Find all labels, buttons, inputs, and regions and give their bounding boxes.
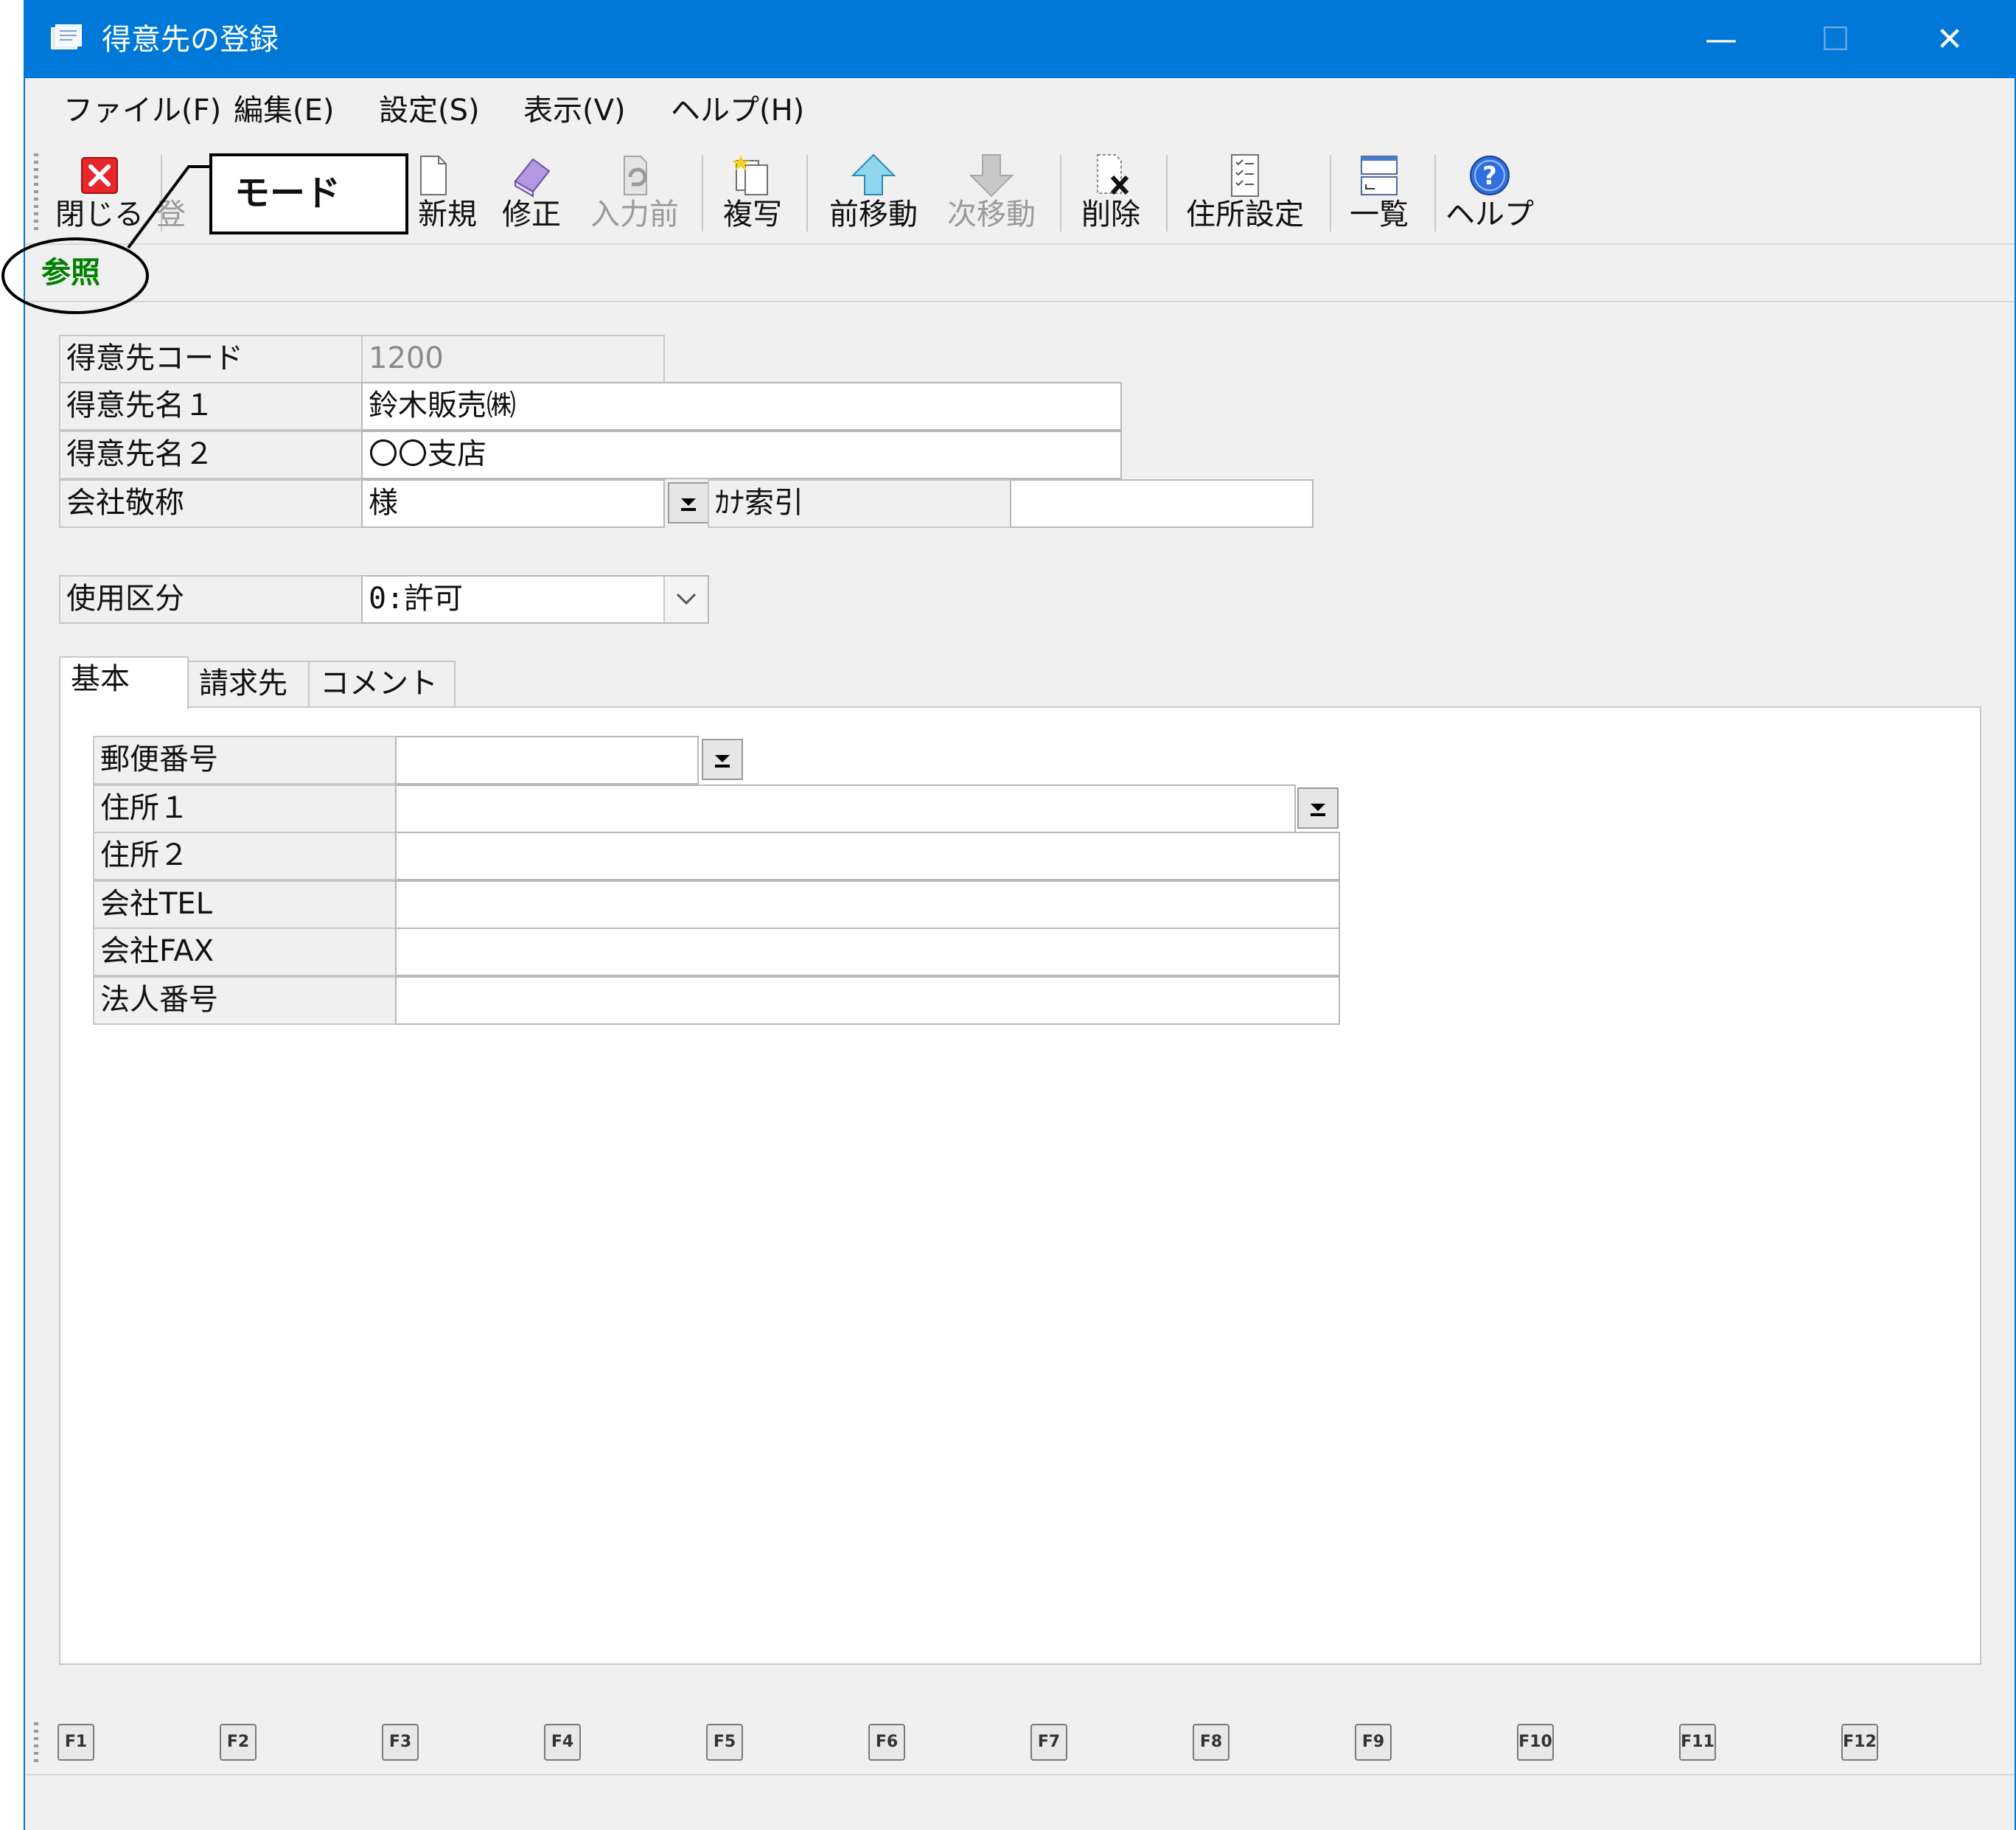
help-icon: ? bbox=[1470, 156, 1510, 195]
fkey-bar-grip[interactable] bbox=[34, 1722, 38, 1764]
kana-index-label: ｶﾅ索引 bbox=[708, 479, 1011, 528]
close-window-button[interactable]: ✕ bbox=[1894, 1, 2005, 78]
tab-comment[interactable]: コメント bbox=[308, 661, 456, 708]
new-document-icon bbox=[420, 156, 447, 195]
mode-indicator: 参照 bbox=[41, 256, 100, 290]
f1-key-button[interactable]: F1 bbox=[57, 1724, 94, 1761]
f8-key-button[interactable]: F8 bbox=[1193, 1724, 1230, 1761]
customer-name1-field[interactable]: 鈴木販売㈱ bbox=[361, 382, 1122, 431]
window-title: 得意先の登録 bbox=[102, 23, 279, 57]
minimize-button[interactable]: — bbox=[1666, 1, 1776, 78]
app-icon bbox=[51, 24, 82, 49]
checklist-icon bbox=[1231, 154, 1259, 197]
previous-button[interactable]: 前移動 bbox=[818, 146, 929, 239]
tab-panel-basic: 郵便番号 住所１ 住所２ 会社TEL 会社FAX 法人番号 bbox=[59, 706, 1981, 1665]
tab-billing[interactable]: 請求先 bbox=[187, 661, 310, 708]
list-window-icon bbox=[1361, 156, 1398, 195]
chevron-down-icon bbox=[676, 593, 697, 605]
f4-key-button[interactable]: F4 bbox=[544, 1724, 581, 1761]
postal-code-dropdown-button[interactable] bbox=[702, 739, 743, 780]
company-tel-label: 会社TEL bbox=[93, 880, 397, 929]
postal-code-field[interactable] bbox=[395, 736, 699, 784]
list-button[interactable]: 一覧 bbox=[1324, 146, 1434, 239]
menu-settings[interactable]: 設定(S) bbox=[379, 90, 480, 131]
tab-basic[interactable]: 基本 bbox=[59, 656, 189, 709]
menu-file[interactable]: ファイル(F) bbox=[63, 90, 221, 131]
dropdown-arrow-icon bbox=[1311, 804, 1325, 816]
copy-document-icon bbox=[732, 155, 768, 195]
f12-key-button[interactable]: F12 bbox=[1841, 1724, 1878, 1761]
address1-dropdown-button[interactable] bbox=[1297, 787, 1339, 829]
usage-category-label: 使用区分 bbox=[59, 575, 363, 624]
before-input-button[interactable]: 入力前 bbox=[579, 146, 690, 239]
dropdown-arrow-icon bbox=[681, 498, 696, 511]
address1-field[interactable] bbox=[395, 784, 1296, 833]
arrow-up-icon bbox=[851, 153, 896, 195]
mode-callout-label: モード bbox=[209, 153, 408, 234]
menu-bar: ファイル(F) 編集(E) 設定(S) 表示(V) ヘルプ(H) bbox=[25, 78, 2015, 140]
corporate-number-field[interactable] bbox=[395, 976, 1340, 1025]
company-fax-label: 会社FAX bbox=[93, 928, 397, 976]
company-tel-field[interactable] bbox=[395, 880, 1340, 929]
menu-help[interactable]: ヘルプ(H) bbox=[671, 90, 804, 131]
svg-text:?: ? bbox=[1482, 161, 1497, 191]
f2-key-button[interactable]: F2 bbox=[220, 1724, 257, 1761]
status-bar bbox=[25, 1774, 2015, 1830]
eraser-icon bbox=[514, 158, 551, 198]
usage-dropdown-button[interactable] bbox=[663, 577, 708, 622]
f3-key-button[interactable]: F3 bbox=[382, 1724, 419, 1761]
arrow-down-icon bbox=[969, 154, 1014, 198]
honorific-field[interactable]: 様 bbox=[361, 479, 665, 528]
customer-name2-field[interactable]: 〇〇支店 bbox=[361, 431, 1122, 479]
main-window: 得意先の登録 — ☐ ✕ ファイル(F) 編集(E) 設定(S) 表示(V) ヘ… bbox=[24, 0, 2016, 1830]
address2-field[interactable] bbox=[395, 832, 1340, 880]
f9-key-button[interactable]: F9 bbox=[1355, 1724, 1392, 1761]
customer-code-field[interactable]: 1200 bbox=[361, 335, 665, 383]
title-bar[interactable]: 得意先の登録 — ☐ ✕ bbox=[25, 1, 2015, 78]
maximize-button[interactable]: ☐ bbox=[1780, 1, 1891, 78]
f11-key-button[interactable]: F11 bbox=[1679, 1724, 1716, 1761]
f10-key-button[interactable]: F10 bbox=[1517, 1724, 1554, 1761]
next-button[interactable]: 次移動 bbox=[936, 146, 1047, 239]
toolbar-separator bbox=[1166, 155, 1168, 232]
corporate-number-label: 法人番号 bbox=[93, 976, 397, 1025]
honorific-label: 会社敬称 bbox=[59, 479, 363, 528]
delete-document-icon bbox=[1097, 154, 1129, 195]
help-button[interactable]: ? ヘルプ bbox=[1434, 146, 1545, 239]
usage-category-select[interactable]: 0:許可 bbox=[361, 575, 709, 624]
customer-name1-label: 得意先名１ bbox=[59, 382, 363, 431]
address2-label: 住所２ bbox=[93, 832, 397, 880]
function-key-bar: F1 F2 F3 F4 F5 F6 F7 F8 F9 F10 F11 F12 bbox=[25, 1712, 2015, 1771]
f7-key-button[interactable]: F7 bbox=[1030, 1724, 1067, 1761]
kana-index-field[interactable] bbox=[1010, 479, 1314, 528]
postal-code-label: 郵便番号 bbox=[93, 736, 397, 784]
honorific-dropdown-button[interactable] bbox=[668, 482, 709, 523]
address1-label: 住所１ bbox=[93, 784, 397, 833]
f6-key-button[interactable]: F6 bbox=[868, 1724, 905, 1761]
delete-button[interactable]: 削除 bbox=[1056, 146, 1166, 239]
customer-code-label: 得意先コード bbox=[59, 335, 363, 383]
dropdown-arrow-icon bbox=[715, 755, 730, 768]
copy-button[interactable]: 複写 bbox=[697, 146, 808, 239]
menu-edit[interactable]: 編集(E) bbox=[234, 90, 334, 131]
undo-document-icon bbox=[624, 156, 647, 195]
menu-view[interactable]: 表示(V) bbox=[523, 90, 626, 131]
f5-key-button[interactable]: F5 bbox=[706, 1724, 743, 1761]
mode-bar: 参照 bbox=[25, 246, 2015, 302]
address-setting-button[interactable]: 住所設定 bbox=[1186, 146, 1304, 239]
close-red-icon bbox=[81, 157, 118, 194]
company-fax-field[interactable] bbox=[395, 928, 1340, 976]
customer-name2-label: 得意先名２ bbox=[59, 431, 363, 479]
